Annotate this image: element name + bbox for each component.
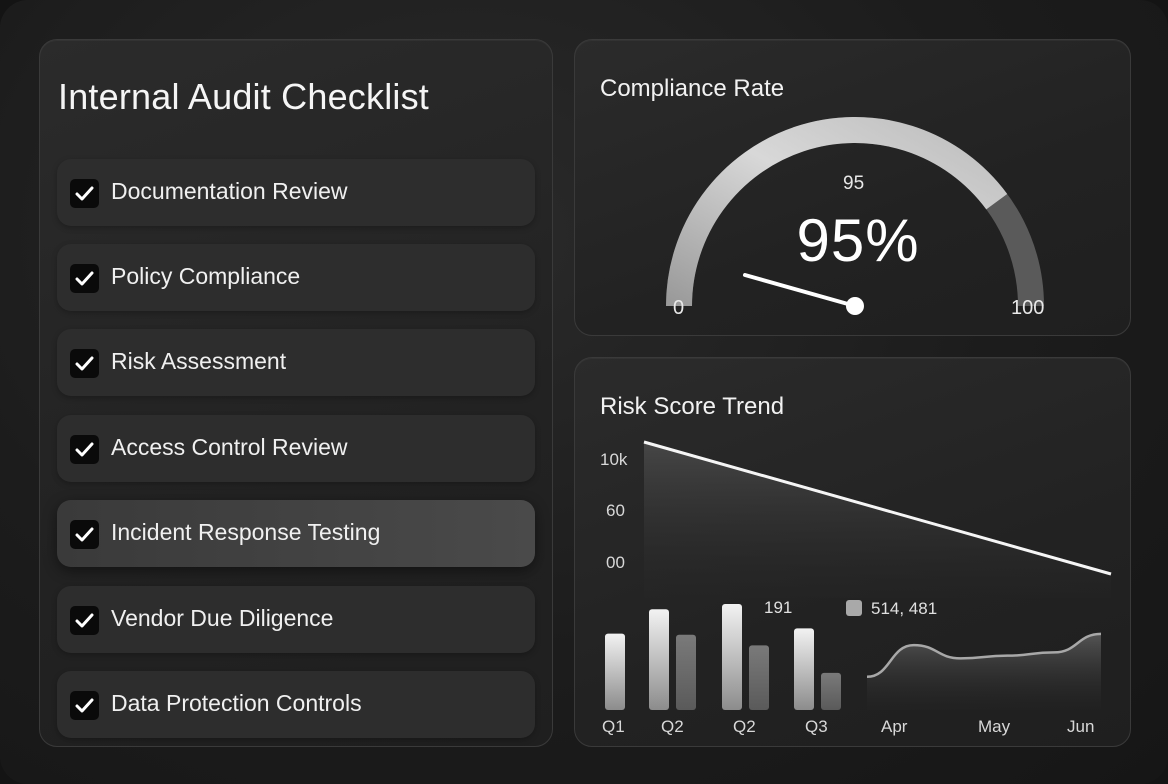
checkmark-icon — [75, 527, 94, 542]
compliance-rate-panel: Compliance Rate 95 95% 0 100 — [574, 39, 1131, 336]
dashboard-frame: Internal Audit Checklist Documentation R… — [0, 0, 1168, 784]
checklist-item-label: Risk Assessment — [111, 348, 287, 374]
bar — [649, 609, 669, 710]
checklist-item[interactable]: Documentation Review — [57, 159, 535, 226]
legend-swatch — [846, 600, 862, 616]
line-x-label: May — [978, 717, 1011, 736]
audit-checklist-panel: Internal Audit Checklist Documentation R… — [39, 39, 553, 747]
line-x-label: Jun — [1067, 717, 1095, 736]
checkmark-icon — [75, 271, 94, 286]
bar — [749, 645, 769, 710]
checklist-item[interactable]: Policy Compliance — [57, 244, 535, 311]
checklist-item[interactable]: Access Control Review — [57, 415, 535, 482]
bar — [722, 604, 742, 710]
bar-annotation: 191 — [764, 598, 793, 617]
risk-score-trend-panel: Risk Score Trend 10k 60 00 Q1 Q2 Q2 Q3 1… — [574, 357, 1131, 747]
checklist-item-label: Policy Compliance — [111, 263, 301, 289]
y-tick-label: 00 — [606, 553, 625, 572]
gauge-max-label: 100 — [1011, 297, 1045, 319]
checklist-item[interactable]: Incident Response Testing — [57, 500, 535, 567]
checkmark-icon — [75, 698, 94, 713]
bar-x-label: Q3 — [805, 717, 828, 736]
gauge-hub — [846, 297, 864, 315]
checklist-item-label: Documentation Review — [111, 178, 348, 204]
checklist-item[interactable]: Vendor Due Diligence — [57, 586, 535, 653]
gauge-needle — [743, 273, 857, 308]
y-tick-label: 10k — [600, 450, 628, 469]
bar-x-label: Q1 — [602, 717, 625, 736]
bar — [821, 672, 841, 710]
checkbox[interactable] — [70, 606, 99, 635]
bar — [676, 634, 696, 710]
bar-x-label: Q2 — [733, 717, 756, 736]
checklist-item[interactable]: Data Protection Controls — [57, 671, 535, 738]
checkbox[interactable] — [70, 179, 99, 208]
mini-area — [867, 633, 1101, 710]
legend-label: 514, 481 — [871, 599, 938, 618]
gauge-min-label: 0 — [673, 297, 685, 319]
checkbox[interactable] — [70, 691, 99, 720]
checkbox[interactable] — [70, 520, 99, 549]
checklist-item-label: Data Protection Controls — [111, 690, 362, 716]
gauge-value-label: 95 — [843, 173, 865, 194]
checklist-item[interactable]: Risk Assessment — [57, 329, 535, 396]
bar — [605, 633, 625, 710]
bar-x-label: Q2 — [661, 717, 684, 736]
checkmark-icon — [75, 613, 94, 628]
line-x-label: Apr — [881, 717, 908, 736]
trend-area — [644, 442, 1111, 598]
bar — [794, 628, 814, 710]
gauge-percent-label: 95% — [796, 207, 920, 274]
checkbox[interactable] — [70, 435, 99, 464]
checkmark-icon — [75, 356, 94, 371]
checklist-item-label: Access Control Review — [111, 434, 348, 460]
checklist-title: Internal Audit Checklist — [58, 76, 429, 117]
y-tick-label: 60 — [606, 501, 625, 520]
checkmark-icon — [75, 442, 94, 457]
checklist-item-label: Incident Response Testing — [111, 519, 381, 545]
risk-trend-chart — [605, 440, 1112, 710]
checklist-item-label: Vendor Due Diligence — [111, 605, 334, 631]
checkbox[interactable] — [70, 264, 99, 293]
mini-chart-legend: 514, 481 — [846, 599, 938, 619]
checkmark-icon — [75, 186, 94, 201]
checkbox[interactable] — [70, 349, 99, 378]
